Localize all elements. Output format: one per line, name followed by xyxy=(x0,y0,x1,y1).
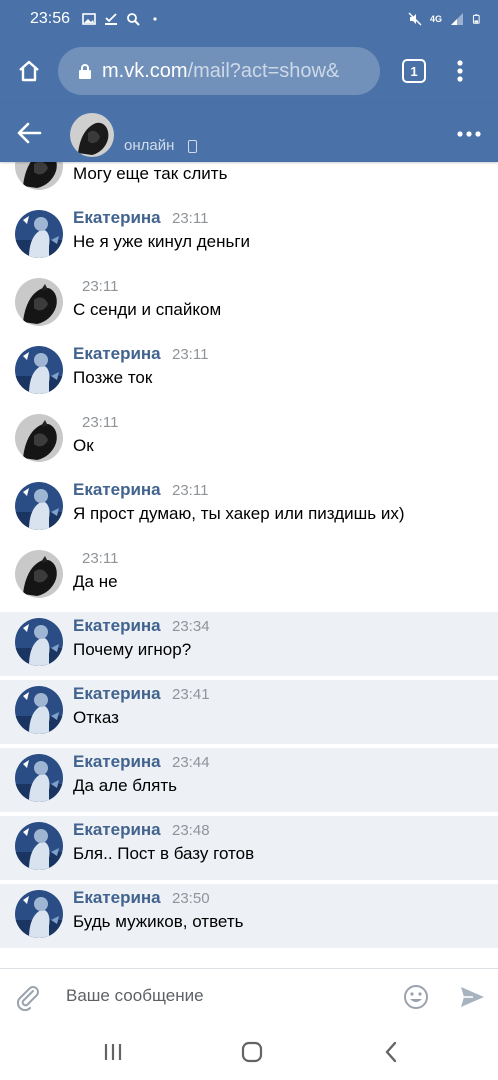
message-text: Почему игнор? xyxy=(73,640,192,659)
sender-name[interactable]: Екатерина xyxy=(73,888,161,908)
address-bar[interactable]: m.vk.com/mail?act=show& xyxy=(58,47,380,95)
lock-icon xyxy=(79,64,91,79)
system-navigation-bar xyxy=(0,1024,498,1080)
gallery-icon xyxy=(82,13,96,25)
avatar[interactable] xyxy=(15,686,63,734)
message-text: Бля.. Пост в базу готов xyxy=(73,844,255,863)
message-row[interactable]: Екатерина 23:48 Бля.. Пост в базу готов xyxy=(0,816,498,880)
message-input[interactable]: Ваше сообщение xyxy=(66,986,204,1006)
sender-name[interactable]: Екатерина xyxy=(73,480,161,500)
message-row[interactable]: Екатерина 23:11 Не я уже кинул деньги xyxy=(0,204,498,268)
sender-name[interactable]: Екатерина xyxy=(73,684,161,704)
more-icon[interactable] xyxy=(456,124,482,144)
sender-name[interactable]: Екатерина xyxy=(73,752,161,772)
avatar[interactable] xyxy=(15,210,63,258)
avatar[interactable] xyxy=(15,822,63,870)
home-icon xyxy=(19,60,39,82)
attach-icon[interactable] xyxy=(14,983,42,1011)
browser-toolbar: m.vk.com/mail?act=show& 1 xyxy=(0,38,498,104)
message-list[interactable]: Могу еще так слить Екатерина 23:11 Не я уже… xyxy=(0,162,498,968)
home-nav-icon[interactable] xyxy=(240,1040,264,1064)
sender-name[interactable]: Екатерина xyxy=(73,208,161,228)
avatar[interactable] xyxy=(15,890,63,938)
message-text: Ок xyxy=(73,436,94,455)
network-label: 4G xyxy=(429,14,442,24)
avatar[interactable] xyxy=(15,162,63,190)
battery-icon xyxy=(472,14,480,24)
message-text: Будь мужиков, ответь xyxy=(73,912,244,931)
back-nav-icon[interactable] xyxy=(380,1040,404,1064)
message-time: 23:41 xyxy=(172,686,210,703)
contact-avatar[interactable] xyxy=(70,113,114,157)
avatar[interactable] xyxy=(15,618,63,666)
dot-icon xyxy=(153,17,157,21)
message-text: Могу еще так слить xyxy=(73,164,228,183)
status-bar: 23:56 4G xyxy=(0,0,498,38)
signal-icon xyxy=(451,13,463,25)
download-done-icon xyxy=(105,13,118,25)
message-text: Да не xyxy=(73,572,118,591)
message-time: 23:11 xyxy=(172,482,209,499)
message-row[interactable]: Могу еще так слить xyxy=(0,162,498,200)
message-text: Позже ток xyxy=(73,368,153,387)
message-text: Я прост думаю, ты хакер или пиздишь их) xyxy=(73,504,405,523)
message-text: Отказ xyxy=(73,708,119,727)
message-time: 23:34 xyxy=(172,618,210,635)
back-arrow-icon[interactable] xyxy=(14,118,44,148)
avatar[interactable] xyxy=(15,754,63,802)
message-text: Да але блять xyxy=(73,776,177,795)
message-text: Не я уже кинул деньги xyxy=(73,232,251,251)
compose-bar: Ваше сообщение xyxy=(0,968,498,1024)
avatar[interactable] xyxy=(15,346,63,394)
recents-icon[interactable] xyxy=(101,1040,125,1064)
home-button[interactable] xyxy=(0,38,58,104)
message-time: 23:11 xyxy=(82,550,119,567)
avatar[interactable] xyxy=(15,482,63,530)
sender-name[interactable]: Екатерина xyxy=(73,820,161,840)
message-time: 23:44 xyxy=(172,754,210,771)
dark-avatar-image xyxy=(70,113,114,157)
message-time: 23:11 xyxy=(82,414,119,431)
online-status: онлайн xyxy=(124,137,175,154)
send-icon[interactable] xyxy=(459,984,485,1010)
message-row[interactable]: Екатерина 23:50 Будь мужиков, ответь xyxy=(0,884,498,948)
message-row[interactable]: 23:11 С сенди и спайком xyxy=(0,272,498,336)
message-time: 23:48 xyxy=(172,822,210,839)
menu-dots-icon xyxy=(457,60,463,82)
mute-icon xyxy=(408,12,422,26)
message-row[interactable]: Екатерина 23:11 Позже ток xyxy=(0,340,498,404)
message-row[interactable]: 23:11 Да не xyxy=(0,544,498,608)
chat-header: онлайн xyxy=(0,104,498,162)
status-time: 23:56 xyxy=(30,10,71,27)
message-text: С сенди и спайком xyxy=(73,300,222,319)
avatar[interactable] xyxy=(15,278,63,326)
emoji-icon[interactable] xyxy=(403,984,429,1010)
mobile-phone-icon xyxy=(188,140,197,153)
sender-name[interactable]: Екатерина xyxy=(73,616,161,636)
sender-name[interactable]: Екатерина xyxy=(73,344,161,364)
search-icon xyxy=(127,13,140,26)
message-row[interactable]: Екатерина 23:11 Я прост думаю, ты хакер ил… xyxy=(0,476,498,540)
tabs-button[interactable]: 1 xyxy=(402,59,426,83)
message-row[interactable]: Екатерина 23:34 Почему игнор? xyxy=(0,612,498,676)
message-row[interactable]: Екатерина 23:41 Отказ xyxy=(0,680,498,744)
browser-menu-button[interactable] xyxy=(450,56,470,86)
message-row[interactable]: 23:11 Ок xyxy=(0,408,498,472)
avatar[interactable] xyxy=(15,550,63,598)
message-time: 23:11 xyxy=(82,278,119,295)
message-row[interactable]: Екатерина 23:44 Да але блять xyxy=(0,748,498,812)
avatar[interactable] xyxy=(15,414,63,462)
message-time: 23:11 xyxy=(172,210,209,227)
url-host: m.vk.com xyxy=(102,59,188,82)
tabs-count: 1 xyxy=(410,63,418,79)
url-path: /mail?act=show& xyxy=(187,59,340,82)
message-time: 23:11 xyxy=(172,346,209,363)
message-time: 23:50 xyxy=(172,890,210,907)
